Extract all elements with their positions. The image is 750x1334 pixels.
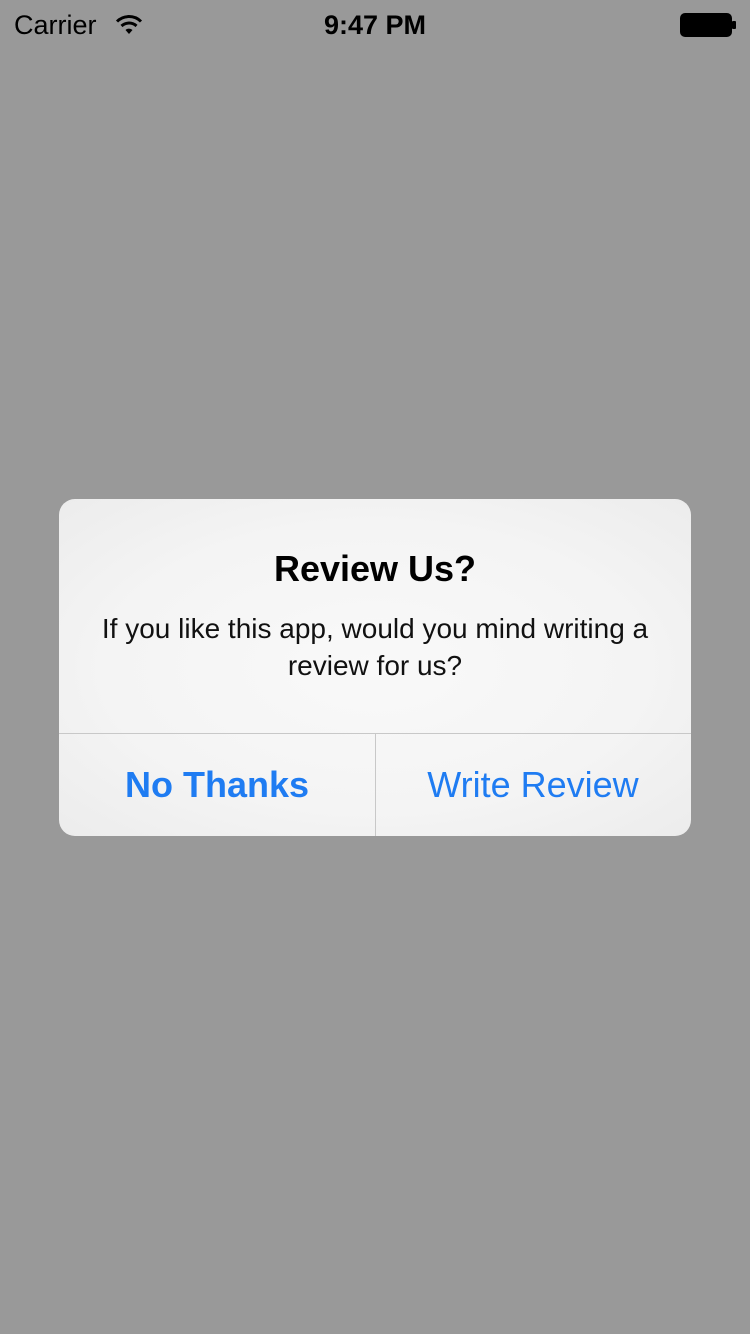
alert-title: Review Us?	[273, 548, 477, 589]
status-bar: Carrier 9:47 PM	[0, 0, 750, 50]
alert-message: If you like this app, would you mind wri…	[101, 613, 649, 681]
review-alert-dialog: Review Us? If you like this app, would y…	[59, 499, 691, 836]
alert-button-row: No Thanks Write Review	[59, 734, 691, 836]
status-time: 9:47 PM	[323, 10, 427, 40]
battery-icon	[680, 13, 738, 37]
alert-body: Review Us? If you like this app, would y…	[59, 499, 691, 733]
no-thanks-button[interactable]: No Thanks	[59, 734, 375, 836]
write-review-button[interactable]: Write Review	[375, 734, 691, 836]
app-screen: Carrier 9:47 PM Review Us? If you like t…	[0, 0, 750, 1334]
